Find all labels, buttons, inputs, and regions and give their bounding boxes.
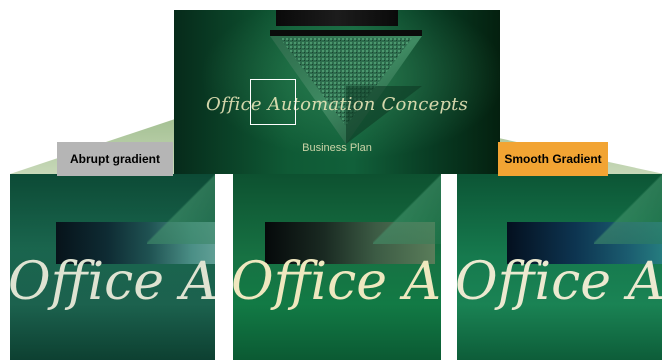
enlarged-title-text: Office Au [232, 252, 442, 312]
zoom-region-box [250, 79, 296, 125]
slide-wedge-shape [373, 174, 441, 244]
slide-title: Office Automation Concepts [205, 94, 469, 115]
panel-abrupt-gradient: Office Au [10, 174, 216, 360]
slide-top-band [276, 10, 398, 26]
abrupt-gradient-label: Abrupt gradient [57, 142, 173, 176]
slide-wedge-shape [147, 174, 215, 244]
slide-subtitle: Business Plan [302, 142, 372, 154]
enlarged-title-text: Office Au [456, 252, 662, 312]
panel-smooth-gradient: Office Au [456, 174, 662, 360]
enlarged-title-text: Office Au [10, 252, 216, 312]
smooth-gradient-label: Smooth Gradient [498, 142, 608, 176]
comparison-figure: Office Automation Concepts Business Plan… [0, 0, 670, 360]
slide-thumbnail: Office Automation Concepts Business Plan [174, 10, 500, 174]
panel-original: Office Au [232, 174, 442, 360]
slide-wedge-shape [594, 174, 662, 244]
